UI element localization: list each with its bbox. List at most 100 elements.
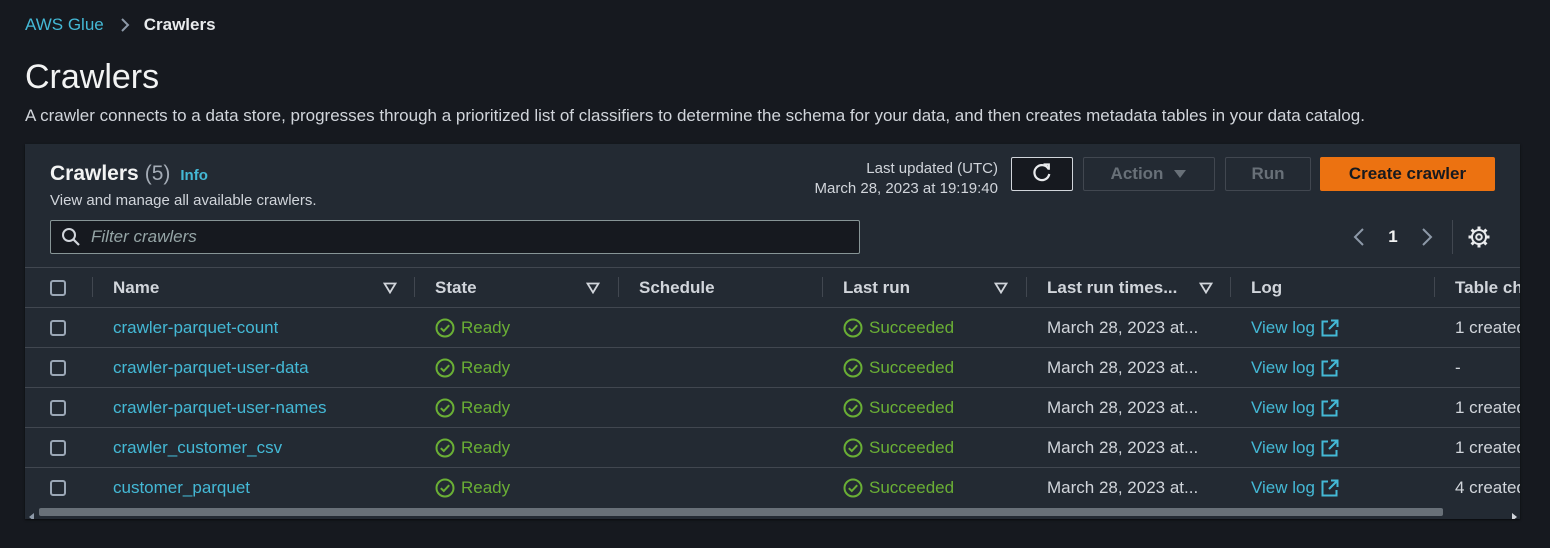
view-log-link[interactable]: View log: [1251, 428, 1339, 467]
external-link-icon: [1321, 399, 1339, 416]
page-number[interactable]: 1: [1373, 227, 1413, 247]
state-cell: Ready: [435, 308, 510, 347]
panel-title: Crawlers: [50, 162, 139, 185]
check-circle-icon: [843, 478, 863, 497]
column-divider: [414, 277, 415, 297]
last-updated-value: March 28, 2023 at 19:19:40: [814, 180, 998, 197]
sort-caret-icon[interactable]: [586, 268, 600, 307]
crawler-name-link[interactable]: crawler-parquet-count: [113, 308, 278, 347]
last-run-text: Succeeded: [869, 397, 955, 417]
column-header-log: Log: [1251, 277, 1283, 297]
column-header-state[interactable]: State: [435, 268, 477, 307]
scroll-left-icon[interactable]: [29, 508, 35, 519]
column-divider: [1434, 277, 1435, 297]
crawlers-table: Name State Schedule Last run Last run ti…: [25, 267, 1520, 507]
page-title: Crawlers: [25, 58, 160, 96]
last-updated: Last updated (UTC) March 28, 2023 at 19:…: [815, 159, 998, 199]
state-cell: Ready: [435, 388, 510, 427]
refresh-icon: [1031, 161, 1053, 188]
last-run-cell: Succeeded: [843, 308, 954, 347]
check-circle-icon: [843, 358, 863, 377]
last-run-text: Succeeded: [869, 437, 955, 457]
last-run-timestamp-cell: March 28, 2023 at...: [1047, 477, 1199, 497]
table-row: crawler-parquet-count Ready Succeeded Ma…: [25, 308, 1520, 348]
check-circle-icon: [435, 478, 455, 497]
view-log-text: View log: [1251, 317, 1315, 337]
last-run-cell: Succeeded: [843, 348, 954, 387]
column-header-last-run-timestamp[interactable]: Last run times...: [1047, 268, 1177, 307]
last-run-timestamp-cell: March 28, 2023 at...: [1047, 317, 1199, 337]
view-log-text: View log: [1251, 397, 1315, 417]
sort-caret-icon[interactable]: [994, 268, 1008, 307]
external-link-icon: [1321, 359, 1339, 376]
last-run-text: Succeeded: [869, 317, 955, 337]
table-changes-cell: 1 created: [1455, 317, 1520, 337]
table-header: Name State Schedule Last run Last run ti…: [25, 267, 1520, 308]
action-dropdown-button[interactable]: Action: [1083, 157, 1215, 191]
run-button[interactable]: Run: [1225, 157, 1311, 191]
sort-caret-icon[interactable]: [1199, 268, 1213, 307]
page-description: A crawler connects to a data store, prog…: [25, 106, 1365, 125]
create-crawler-button[interactable]: Create crawler: [1320, 157, 1495, 191]
view-log-link[interactable]: View log: [1251, 348, 1339, 387]
row-checkbox[interactable]: [50, 439, 66, 456]
row-select-cell: [50, 308, 66, 347]
view-log-text: View log: [1251, 477, 1315, 497]
caret-down-icon: [1173, 164, 1187, 184]
last-updated-label: Last updated (UTC): [866, 160, 998, 177]
view-log-link[interactable]: View log: [1251, 388, 1339, 427]
crawler-name-link[interactable]: customer_parquet: [113, 468, 250, 507]
crawler-name-link[interactable]: crawler_customer_csv: [113, 428, 282, 467]
check-circle-icon: [843, 398, 863, 417]
gear-icon[interactable]: [1467, 225, 1491, 254]
column-header-last-run[interactable]: Last run: [843, 268, 910, 307]
previous-page-icon[interactable]: [1345, 227, 1373, 247]
table-changes-cell: 1 created: [1455, 437, 1520, 457]
select-all-checkbox[interactable]: [50, 279, 66, 296]
state-text: Ready: [461, 317, 511, 337]
row-select-cell: [50, 348, 66, 387]
horizontal-scrollbar[interactable]: [25, 505, 1520, 519]
last-run-cell: Succeeded: [843, 468, 954, 507]
external-link-icon: [1321, 439, 1339, 456]
view-log-link[interactable]: View log: [1251, 468, 1339, 507]
view-log-text: View log: [1251, 437, 1315, 457]
last-run-timestamp-cell: March 28, 2023 at...: [1047, 397, 1199, 417]
check-circle-icon: [435, 438, 455, 457]
table-row: crawler-parquet-user-names Ready Succeed…: [25, 388, 1520, 428]
state-cell: Ready: [435, 468, 510, 507]
search-icon: [61, 227, 81, 247]
state-text: Ready: [461, 397, 511, 417]
external-link-icon: [1321, 319, 1339, 336]
column-header-schedule: Schedule: [639, 277, 715, 297]
select-all-cell: [50, 268, 66, 307]
breadcrumb-aws-glue[interactable]: AWS Glue: [25, 15, 104, 35]
row-checkbox[interactable]: [50, 479, 66, 496]
scroll-right-icon[interactable]: [1511, 508, 1517, 519]
row-select-cell: [50, 388, 66, 427]
state-text: Ready: [461, 437, 511, 457]
action-label: Action: [1110, 164, 1164, 183]
column-header-name[interactable]: Name: [113, 268, 159, 307]
table-row: crawler-parquet-user-data Ready Succeede…: [25, 348, 1520, 388]
next-page-icon[interactable]: [1413, 227, 1441, 247]
column-divider: [92, 277, 93, 297]
last-run-text: Succeeded: [869, 477, 955, 497]
scrollbar-thumb[interactable]: [39, 508, 1443, 516]
crawler-name-link[interactable]: crawler-parquet-user-names: [113, 388, 327, 427]
crawler-name-link[interactable]: crawler-parquet-user-data: [113, 348, 309, 387]
table-body: crawler-parquet-count Ready Succeeded Ma…: [25, 308, 1520, 507]
check-circle-icon: [435, 358, 455, 377]
info-link[interactable]: Info: [180, 167, 208, 184]
breadcrumb: AWS Glue Crawlers: [25, 15, 216, 35]
filter-crawlers-input[interactable]: [89, 226, 793, 248]
column-divider: [1230, 277, 1231, 297]
table-changes-cell: 1 created: [1455, 397, 1520, 417]
row-checkbox[interactable]: [50, 319, 66, 336]
sort-caret-icon[interactable]: [383, 268, 397, 307]
view-log-link[interactable]: View log: [1251, 308, 1339, 347]
refresh-button[interactable]: [1011, 157, 1073, 191]
row-checkbox[interactable]: [50, 359, 66, 376]
row-checkbox[interactable]: [50, 399, 66, 416]
last-run-cell: Succeeded: [843, 388, 954, 427]
